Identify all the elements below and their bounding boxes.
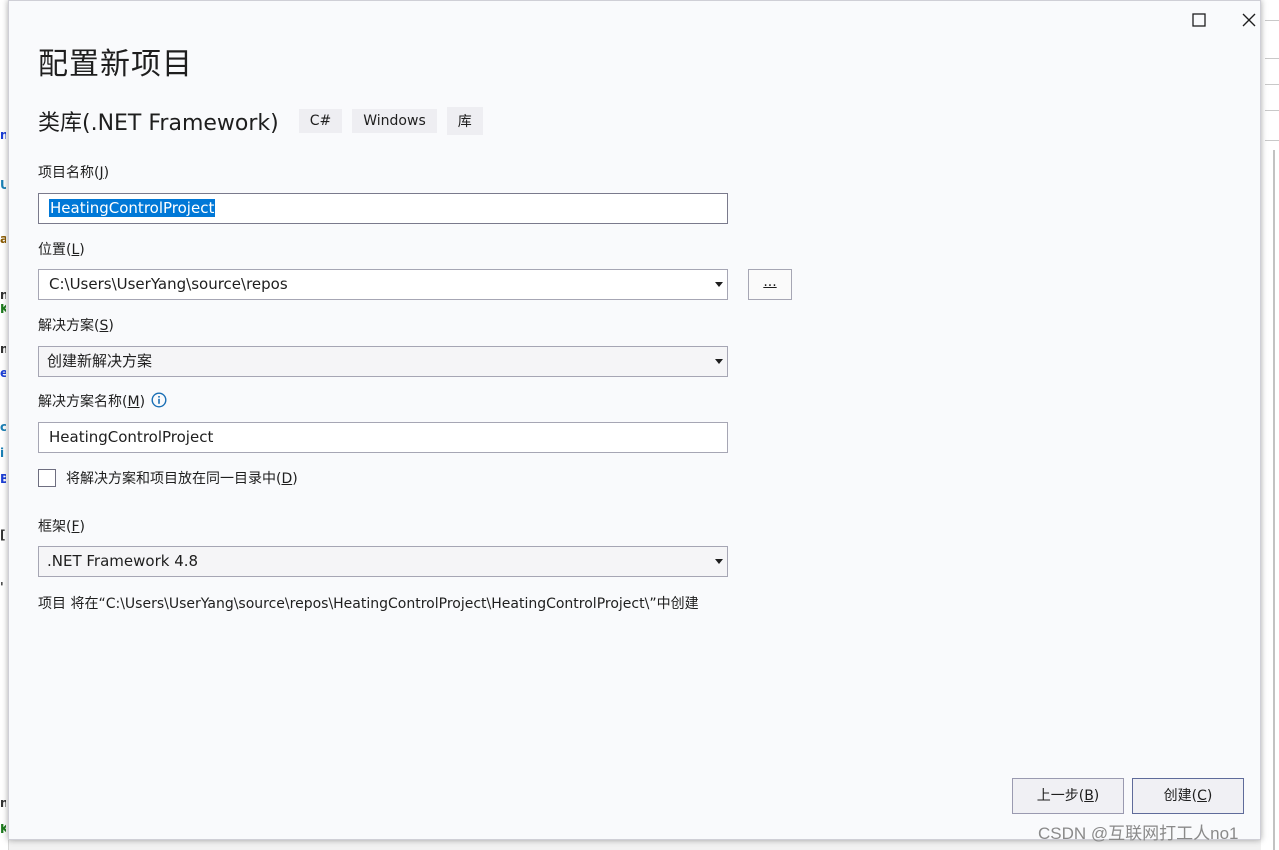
browse-location-button[interactable]: ... [748,269,792,300]
solution-name-input[interactable]: HeatingControlProject [38,422,728,453]
project-name-label: 项目名称(J) [38,165,110,181]
solution-combo[interactable]: 创建新解决方案 [38,346,728,377]
project-path-info: 项目 将在“C:\Users\UserYang\source\repos\Hea… [38,596,699,612]
solution-name-value: HeatingControlProject [49,428,214,446]
template-name: 类库(.NET Framework) [38,111,279,136]
solution-label: 解决方案(S) [38,318,114,334]
watermark: CSDN @互联网打工人no1 [1038,824,1239,843]
tag-project-type: 库 [446,107,483,135]
back-button[interactable]: 上一步(B) [1012,778,1124,814]
project-name-value: HeatingControlProject [49,199,216,217]
same-directory-checkbox[interactable] [38,469,56,487]
framework-value: .NET Framework 4.8 [47,552,199,570]
template-summary: 类库(.NET Framework) C# Windows 库 [38,105,493,137]
location-combo[interactable]: C:\Users\UserYang\source\repos [38,269,728,300]
maximize-button[interactable] [1176,5,1222,35]
maximize-icon [1192,13,1206,27]
solution-value: 创建新解决方案 [47,352,153,370]
configure-project-dialog: 配置新项目 类库(.NET Framework) C# Windows 库 项目… [8,0,1261,840]
same-directory-label: 将解决方案和项目放在同一目录中(D) [66,471,298,487]
location-label: 位置(L) [38,242,85,258]
close-button[interactable] [1226,5,1272,35]
info-icon[interactable] [151,392,167,412]
dialog-title: 配置新项目 [38,47,193,82]
tag-language: C# [298,109,343,133]
project-name-input[interactable]: HeatingControlProject [38,193,728,224]
create-button[interactable]: 创建(C) [1132,778,1244,814]
framework-combo[interactable]: .NET Framework 4.8 [38,546,728,577]
solution-name-label: 解决方案名称(M) [38,391,167,412]
framework-label: 框架(F) [38,519,85,535]
tag-platform: Windows [352,109,437,133]
background-editor-right [1261,0,1279,850]
close-icon [1242,13,1256,27]
dropdown-arrow-icon[interactable] [715,359,723,364]
dropdown-arrow-icon[interactable] [715,559,723,564]
location-value: C:\Users\UserYang\source\repos [49,275,288,293]
dropdown-arrow-icon[interactable] [715,282,723,287]
same-directory-option[interactable]: 将解决方案和项目放在同一目录中(D) [38,468,298,488]
